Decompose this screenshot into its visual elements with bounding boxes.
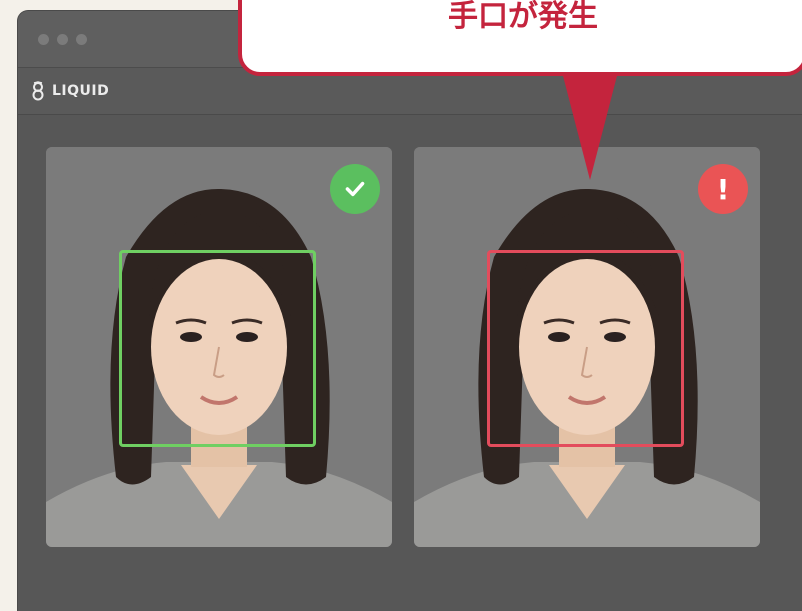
exclamation-icon: ! — [716, 172, 730, 206]
face-card-alert: ! — [414, 147, 760, 547]
callout-box: 手口が発生 — [238, 0, 802, 76]
window-maximize-dot[interactable] — [76, 34, 87, 45]
check-icon — [345, 181, 365, 197]
face-detection-box — [487, 250, 684, 447]
check-badge — [330, 164, 380, 214]
face-card-verified — [46, 147, 392, 547]
window-close-dot[interactable] — [38, 34, 49, 45]
window-minimize-dot[interactable] — [57, 34, 68, 45]
brand: LIQUID — [30, 81, 109, 101]
callout-text: 手口が発生 — [448, 0, 598, 34]
brand-label: LIQUID — [52, 83, 110, 99]
alert-badge: ! — [698, 164, 748, 214]
callout-pointer-arrow — [562, 72, 618, 180]
liquid-logo-icon — [32, 81, 44, 101]
window-controls — [38, 34, 87, 45]
face-detection-box — [119, 250, 316, 447]
